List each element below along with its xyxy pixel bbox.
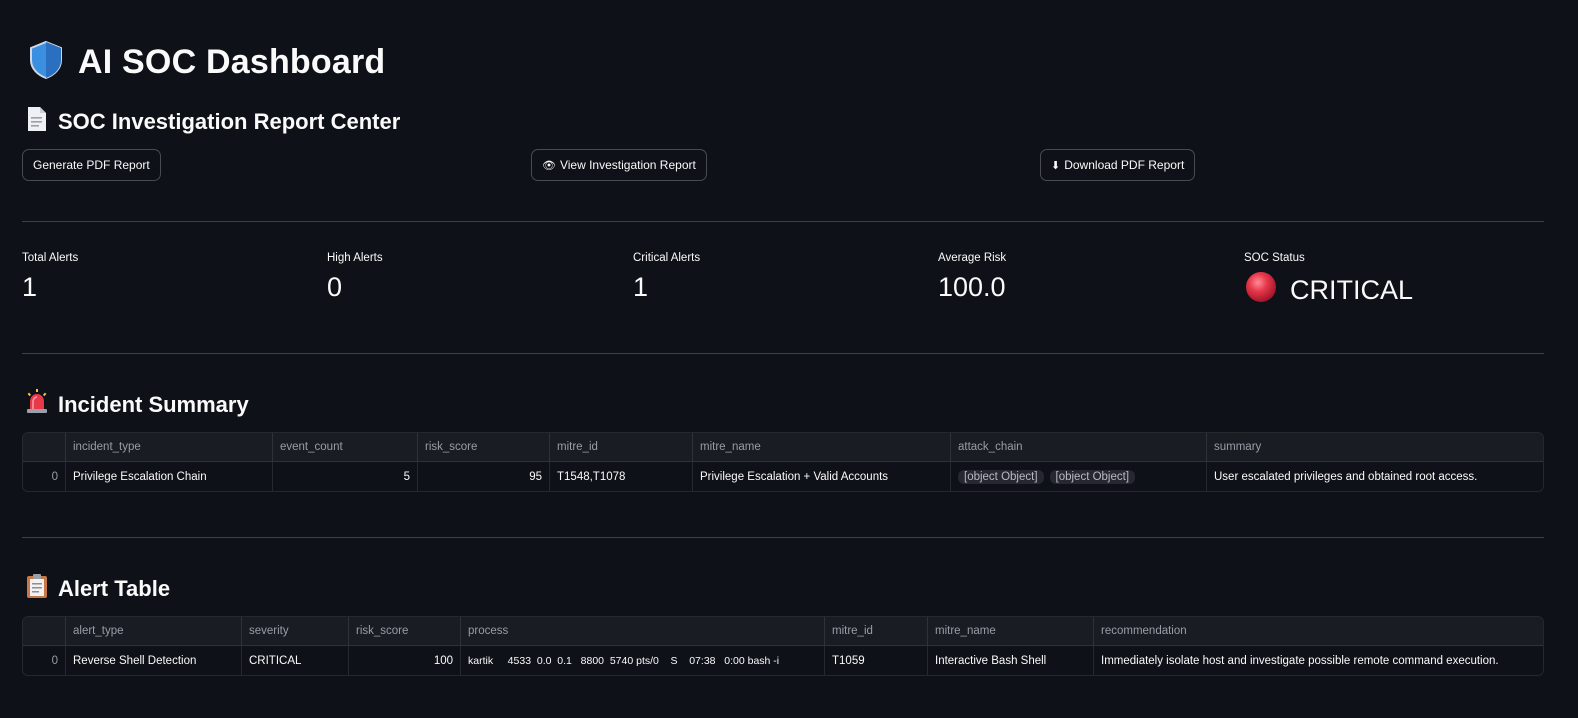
column-header[interactable]: risk_score (418, 433, 550, 461)
table-row[interactable]: 0 Reverse Shell Detection CRITICAL 100 k… (23, 646, 1543, 675)
table-header-row: alert_type severity risk_score process m… (23, 617, 1543, 646)
metric-value: 0 (327, 272, 343, 302)
download-pdf-button[interactable]: ⬇ Download PDF Report (1040, 149, 1196, 181)
metric-total-alerts: Total Alerts 1 (22, 252, 78, 303)
clipboard-icon (26, 573, 48, 604)
document-icon (26, 106, 48, 137)
alert-table[interactable]: alert_type severity risk_score process m… (22, 616, 1544, 676)
table-row[interactable]: 0 Privilege Escalation Chain 5 95 T1548,… (23, 462, 1543, 491)
incident-summary-title: Incident Summary (58, 391, 249, 417)
incident-summary-table[interactable]: incident_type event_count risk_score mit… (22, 432, 1544, 492)
table-cell[interactable]: Immediately isolate host and investigate… (1094, 646, 1543, 675)
metric-value-row: CRITICAL (1244, 270, 1413, 311)
table-cell[interactable]: kartik 4533 0.0 0.1 8800 5740 pts/0 S 07… (461, 646, 825, 675)
divider (22, 221, 1544, 222)
table-cell[interactable]: Reverse Shell Detection (66, 646, 242, 675)
column-header[interactable]: attack_chain (951, 433, 1207, 461)
metric-value: 100.0 (938, 272, 1006, 302)
column-header[interactable]: process (461, 617, 825, 645)
eye-icon: 👁 (542, 159, 556, 172)
table-cell[interactable]: 95 (418, 462, 550, 491)
metric-label: High Alerts (327, 252, 383, 264)
column-header[interactable]: incident_type (66, 433, 273, 461)
table-header-row: incident_type event_count risk_score mit… (23, 433, 1543, 462)
column-header[interactable]: summary (1207, 433, 1543, 461)
generate-pdf-button[interactable]: Generate PDF Report (22, 149, 161, 181)
row-index: 0 (23, 462, 66, 491)
metric-label: Average Risk (938, 252, 1007, 264)
table-cell[interactable]: T1059 (825, 646, 928, 675)
page-title: AI SOC Dashboard (78, 43, 386, 81)
generate-pdf-label: Generate PDF Report (33, 158, 150, 172)
column-header[interactable]: severity (242, 617, 349, 645)
report-center-title: SOC Investigation Report Center (58, 108, 401, 134)
metric-label: Total Alerts (22, 252, 79, 264)
column-header[interactable]: alert_type (66, 617, 242, 645)
red-circle-icon (1244, 270, 1278, 311)
metric-label: SOC Status (1244, 252, 1305, 264)
column-header[interactable]: mitre_id (550, 433, 693, 461)
divider (22, 353, 1544, 354)
list-pill: [object Object] (958, 469, 1044, 484)
alert-table-title: Alert Table (58, 575, 171, 601)
report-center-heading: SOC Investigation Report Center (26, 106, 400, 137)
incident-summary-heading: Incident Summary (26, 389, 249, 420)
metric-value: 1 (22, 272, 38, 302)
table-cell[interactable]: Privilege Escalation Chain (66, 462, 273, 491)
index-header (23, 617, 66, 645)
soc-status-value: CRITICAL (1290, 275, 1414, 305)
alert-table-heading: Alert Table (26, 573, 170, 604)
metric-average-risk: Average Risk 100.0 (938, 252, 1006, 303)
table-cell[interactable]: 100 (349, 646, 461, 675)
list-pill: [object Object] (1049, 469, 1136, 484)
column-header[interactable]: mitre_id (825, 617, 928, 645)
row-index: 0 (23, 646, 66, 675)
table-cell[interactable]: Interactive Bash Shell (928, 646, 1094, 675)
table-cell[interactable]: 5 (273, 462, 418, 491)
table-cell[interactable]: T1548,T1078 (550, 462, 693, 491)
metric-label: Critical Alerts (633, 252, 701, 264)
column-header[interactable]: recommendation (1094, 617, 1543, 645)
column-header[interactable]: mitre_name (928, 617, 1094, 645)
shield-icon (28, 40, 64, 85)
attack-chain-cell[interactable]: [object Object] [object Object] (951, 462, 1207, 491)
metric-soc-status: SOC Status CRITICAL (1244, 252, 1413, 311)
table-cell[interactable]: Privilege Escalation + Valid Accounts (693, 462, 951, 491)
download-arrow-icon: ⬇ (1051, 159, 1061, 172)
siren-icon (26, 389, 48, 420)
column-header[interactable]: risk_score (349, 617, 461, 645)
metric-value: 1 (633, 272, 649, 302)
divider (22, 537, 1544, 538)
view-report-button[interactable]: 👁 View Investigation Report (531, 149, 707, 181)
column-header[interactable]: mitre_name (693, 433, 951, 461)
table-cell[interactable]: User escalated privileges and obtained r… (1207, 462, 1543, 491)
index-header (23, 433, 66, 461)
download-pdf-label: Download PDF Report (1064, 158, 1185, 172)
view-report-label: View Investigation Report (559, 158, 696, 172)
column-header[interactable]: event_count (273, 433, 418, 461)
metric-high-alerts: High Alerts 0 (327, 252, 383, 303)
page-header: AI SOC Dashboard (28, 40, 385, 85)
metric-critical-alerts: Critical Alerts 1 (633, 252, 700, 303)
table-cell[interactable]: CRITICAL (242, 646, 349, 675)
